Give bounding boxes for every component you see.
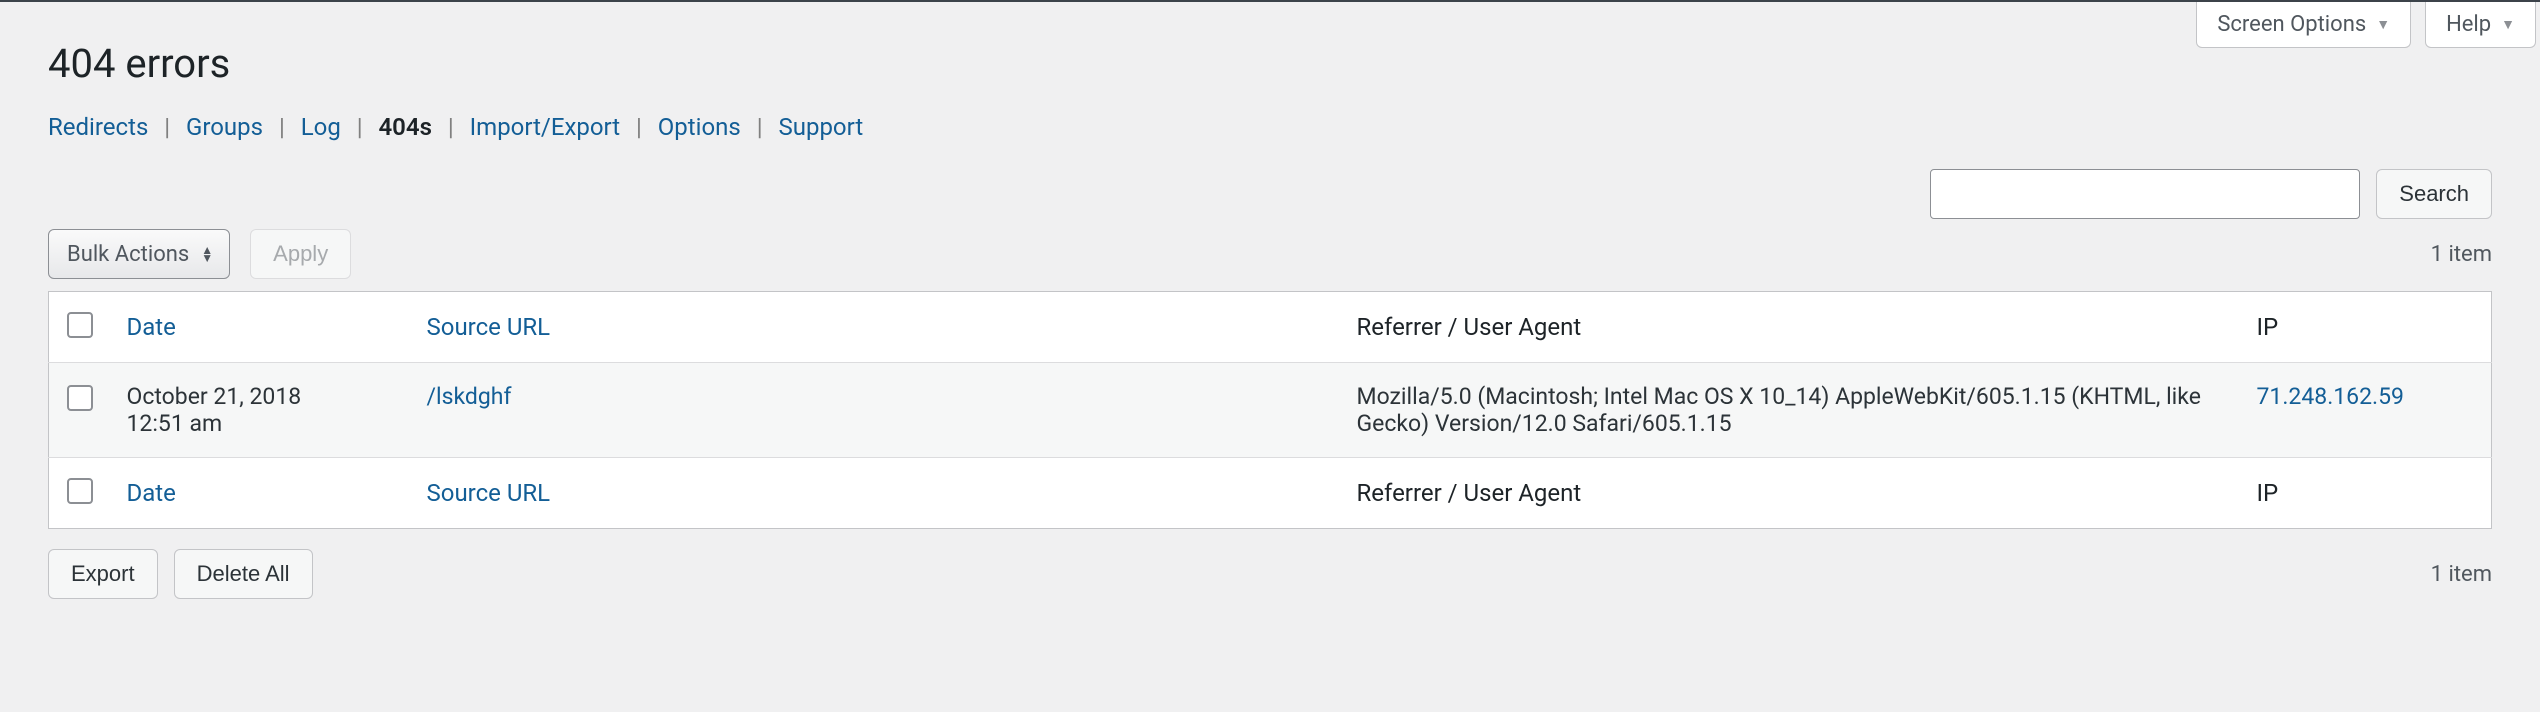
bulk-actions-label: Bulk Actions — [67, 242, 189, 267]
col-checkbox-header — [49, 292, 127, 363]
row-ip-cell: 71.248.162.59 — [2257, 363, 2492, 458]
nav-redirects[interactable]: Redirects — [48, 113, 148, 141]
search-row: Search — [48, 169, 2492, 219]
row-date-line1: October 21, 2018 — [127, 383, 409, 410]
apply-button[interactable]: Apply — [250, 229, 351, 279]
screen-options-label: Screen Options — [2217, 12, 2366, 37]
select-all-checkbox[interactable] — [67, 312, 93, 338]
item-count-bottom: 1 item — [2431, 562, 2492, 587]
nav-log[interactable]: Log — [301, 113, 341, 141]
tablenav-top: Bulk Actions ▲▼ Apply 1 item — [48, 229, 2492, 279]
tablenav-left: Bulk Actions ▲▼ Apply — [48, 229, 351, 279]
col-date-header: Date — [127, 292, 427, 363]
row-date-line2: 12:51 am — [127, 410, 409, 437]
search-button[interactable]: Search — [2376, 169, 2492, 219]
content-wrap: Screen Options ▼ Help ▼ 404 errors Redir… — [0, 2, 2540, 639]
nav-options[interactable]: Options — [658, 113, 741, 141]
row-date-cell: October 21, 2018 12:51 am — [127, 363, 427, 458]
row-referrer-cell: Mozilla/5.0 (Macintosh; Intel Mac OS X 1… — [1357, 363, 2257, 458]
table-row: October 21, 2018 12:51 am /lskdghf Mozil… — [49, 363, 2492, 458]
col-referrer-header: Referrer / User Agent — [1357, 292, 2257, 363]
col-source-footer: Source URL — [427, 458, 1357, 529]
col-date-footer: Date — [127, 458, 427, 529]
col-referrer-footer: Referrer / User Agent — [1357, 458, 2257, 529]
row-url-link[interactable]: /lskdghf — [427, 383, 512, 410]
row-checkbox[interactable] — [67, 385, 93, 411]
errors-table: Date Source URL Referrer / User Agent IP… — [48, 291, 2492, 529]
table-head: Date Source URL Referrer / User Agent IP — [49, 292, 2492, 363]
row-ip-link[interactable]: 71.248.162.59 — [2257, 383, 2404, 410]
nav-404s-current[interactable]: 404s — [378, 113, 431, 141]
sort-source-link[interactable]: Source URL — [427, 313, 551, 341]
nav-separator: | — [630, 113, 648, 141]
select-all-checkbox-footer[interactable] — [67, 478, 93, 504]
sort-source-link-footer[interactable]: Source URL — [427, 479, 551, 507]
export-button[interactable]: Export — [48, 549, 158, 599]
nav-import-export[interactable]: Import/Export — [470, 113, 621, 141]
help-label: Help — [2446, 12, 2491, 37]
nav-separator: | — [442, 113, 460, 141]
table-foot: Date Source URL Referrer / User Agent IP — [49, 458, 2492, 529]
select-arrows-icon: ▲▼ — [201, 246, 213, 262]
search-input[interactable] — [1930, 169, 2360, 219]
sort-date-link-footer[interactable]: Date — [127, 479, 176, 507]
page-root: Screen Options ▼ Help ▼ 404 errors Redir… — [0, 0, 2540, 639]
page-title: 404 errors — [48, 40, 2492, 87]
nav-separator: | — [751, 113, 769, 141]
nav-separator: | — [351, 113, 369, 141]
nav-separator: | — [273, 113, 291, 141]
screen-meta-links: Screen Options ▼ Help ▼ — [2196, 2, 2540, 48]
col-ip-header: IP — [2257, 292, 2492, 363]
chevron-down-icon: ▼ — [2376, 16, 2390, 33]
nav-separator: | — [158, 113, 176, 141]
row-url-cell: /lskdghf — [427, 363, 1357, 458]
item-count-top: 1 item — [2431, 242, 2492, 267]
col-ip-footer: IP — [2257, 458, 2492, 529]
nav-groups[interactable]: Groups — [186, 113, 263, 141]
col-checkbox-footer — [49, 458, 127, 529]
chevron-down-icon: ▼ — [2501, 16, 2515, 33]
delete-all-button[interactable]: Delete All — [174, 549, 313, 599]
help-button[interactable]: Help ▼ — [2425, 2, 2536, 48]
tablenav-bottom: Export Delete All 1 item — [48, 549, 2492, 599]
bulk-actions-select[interactable]: Bulk Actions ▲▼ — [48, 229, 230, 279]
screen-options-button[interactable]: Screen Options ▼ — [2196, 2, 2411, 48]
sub-nav: Redirects | Groups | Log | 404s | Import… — [48, 113, 2492, 141]
row-checkbox-cell — [49, 363, 127, 458]
bottom-actions-left: Export Delete All — [48, 549, 313, 599]
col-source-header: Source URL — [427, 292, 1357, 363]
sort-date-link[interactable]: Date — [127, 313, 176, 341]
nav-support[interactable]: Support — [778, 113, 863, 141]
table-body: October 21, 2018 12:51 am /lskdghf Mozil… — [49, 363, 2492, 458]
